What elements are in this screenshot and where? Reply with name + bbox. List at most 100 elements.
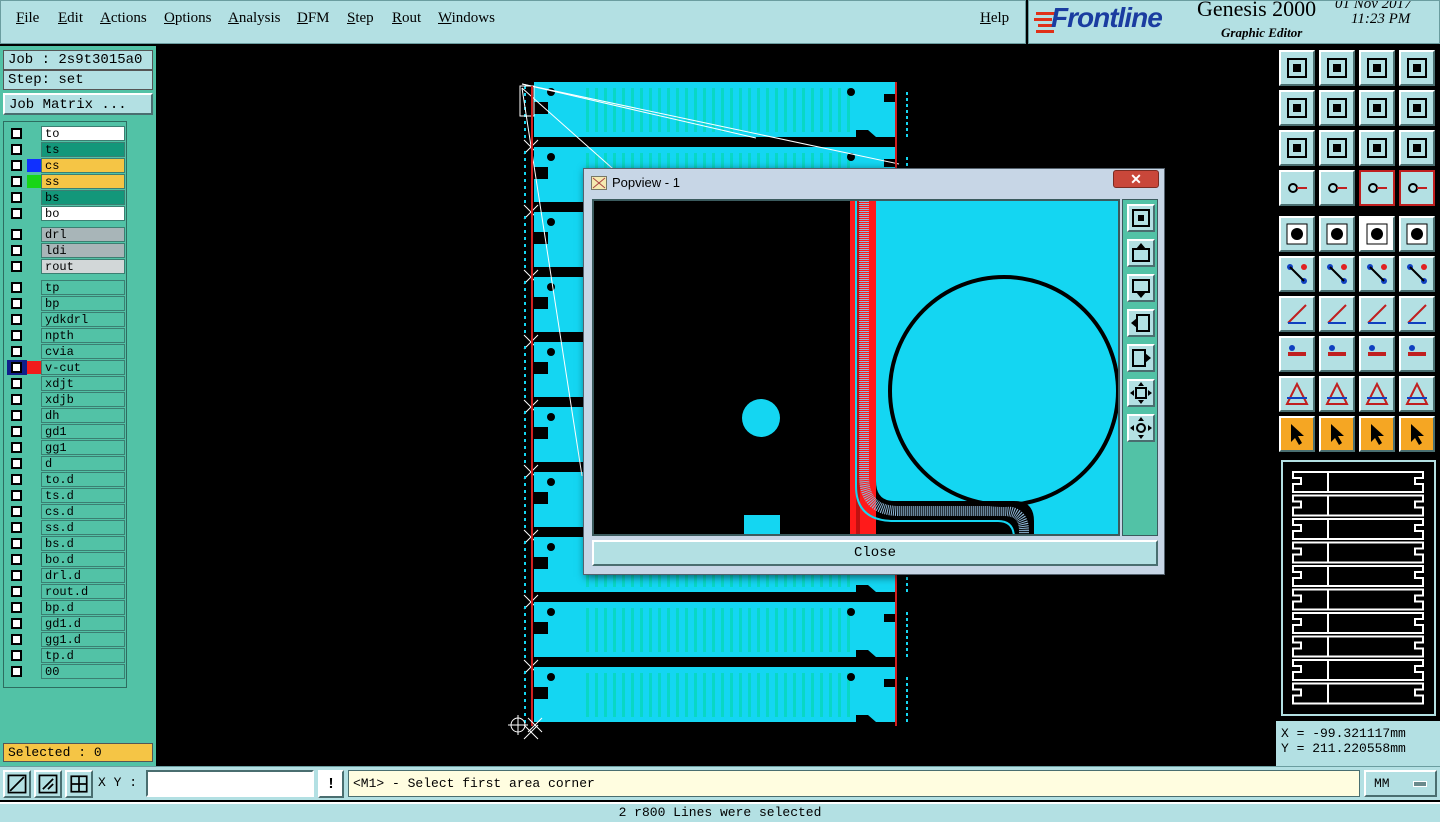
tool-triangle-bar-button[interactable] <box>1359 376 1395 412</box>
layer-checkbox[interactable] <box>11 346 22 357</box>
tool-undo-step-button[interactable] <box>1359 90 1395 126</box>
layer-row[interactable]: xdjb <box>7 392 125 407</box>
menu-file[interactable]: File <box>16 10 39 27</box>
layer-checkbox[interactable] <box>11 602 22 613</box>
layer-checkbox[interactable] <box>11 378 22 389</box>
layer-name[interactable]: d <box>41 456 125 471</box>
tool-draw-line-button[interactable] <box>1319 216 1355 252</box>
layer-name[interactable]: drl <box>41 227 125 242</box>
layer-row[interactable]: gg1.d <box>7 632 125 647</box>
layer-name[interactable]: gg1 <box>41 440 125 455</box>
layer-name[interactable]: rout <box>41 259 125 274</box>
layer-checkbox[interactable] <box>11 538 22 549</box>
tool-cut-line-button[interactable] <box>1319 336 1355 372</box>
layer-checkbox[interactable] <box>11 298 22 309</box>
layer-checkbox[interactable] <box>11 618 22 629</box>
layer-checkbox[interactable] <box>11 586 22 597</box>
tool-window-button[interactable] <box>1399 50 1435 86</box>
layer-name[interactable]: xdjb <box>41 392 125 407</box>
layer-checkbox[interactable] <box>11 176 22 187</box>
tool-triangle-button[interactable] <box>1279 376 1315 412</box>
tool-pointer-button[interactable] <box>1279 416 1315 452</box>
layer-row[interactable]: bo <box>7 206 125 221</box>
tool-slash-button[interactable] <box>1319 296 1355 332</box>
layer-name[interactable]: cs <box>41 158 125 173</box>
tool-ratio-button[interactable] <box>1359 130 1395 166</box>
layer-name[interactable]: xdjt <box>41 376 125 391</box>
layer-checkbox[interactable] <box>11 442 22 453</box>
tool-house-button[interactable] <box>1359 50 1395 86</box>
layer-row[interactable]: xdjt <box>7 376 125 391</box>
menu-rout[interactable]: Rout <box>392 10 421 27</box>
layer-name[interactable]: ts.d <box>41 488 125 503</box>
layer-name[interactable]: cvia <box>41 344 125 359</box>
layer-row[interactable]: to <box>7 126 125 141</box>
zoom-window-button[interactable] <box>3 770 31 798</box>
layer-name[interactable]: ss.d <box>41 520 125 535</box>
layer-name[interactable]: tp <box>41 280 125 295</box>
menu-edit[interactable]: Edit <box>58 10 83 27</box>
layer-checkbox[interactable] <box>11 474 22 485</box>
layer-name[interactable]: dh <box>41 408 125 423</box>
info-button[interactable]: ! <box>318 770 344 798</box>
layer-name[interactable]: ss <box>41 174 125 189</box>
tool-arc-button[interactable] <box>1359 296 1395 332</box>
layer-name[interactable]: bo <box>41 206 125 221</box>
layer-checkbox[interactable] <box>11 330 22 341</box>
tool-layer-red-button[interactable] <box>1359 170 1395 206</box>
layer-row[interactable]: bo.d <box>7 552 125 567</box>
layer-row[interactable]: bp <box>7 296 125 311</box>
tool-pointer-circle-button[interactable] <box>1359 416 1395 452</box>
layer-row[interactable]: drl.d <box>7 568 125 583</box>
tool-help-button[interactable] <box>1399 130 1435 166</box>
popview-zoom-in-button[interactable] <box>1127 379 1155 407</box>
layer-checkbox[interactable] <box>11 490 22 501</box>
layer-name[interactable]: to.d <box>41 472 125 487</box>
layer-checkbox[interactable] <box>11 128 22 139</box>
layer-checkbox[interactable] <box>11 314 22 325</box>
layer-checkbox[interactable] <box>11 245 22 256</box>
layer-row[interactable]: gd1.d <box>7 616 125 631</box>
layer-row[interactable]: bp.d <box>7 600 125 615</box>
layer-row[interactable]: gd1 <box>7 424 125 439</box>
popview-canvas[interactable] <box>592 199 1120 536</box>
layer-name[interactable]: bo.d <box>41 552 125 567</box>
layer-checkbox[interactable] <box>11 426 22 437</box>
layer-name[interactable]: gd1.d <box>41 616 125 631</box>
layer-checkbox[interactable] <box>11 394 22 405</box>
tool-connect-button[interactable] <box>1279 256 1315 292</box>
layer-name[interactable]: gd1 <box>41 424 125 439</box>
layer-checkbox[interactable] <box>11 666 22 677</box>
popview-pan-up-button[interactable] <box>1127 239 1155 267</box>
snap-button[interactable] <box>34 770 62 798</box>
layer-name[interactable]: bp.d <box>41 600 125 615</box>
layer-name[interactable]: v-cut <box>41 360 125 375</box>
layer-checkbox[interactable] <box>11 410 22 421</box>
job-matrix-button[interactable]: Job Matrix ... <box>3 93 153 115</box>
layer-checkbox[interactable] <box>11 282 22 293</box>
layer-checkbox[interactable] <box>11 144 22 155</box>
layer-row[interactable]: ts <box>7 142 125 157</box>
panel-overview-map[interactable] <box>1281 460 1436 716</box>
layer-name[interactable]: ldi <box>41 243 125 258</box>
popview-zoom-out-button[interactable] <box>1127 414 1155 442</box>
tool-measure-button[interactable] <box>1279 170 1315 206</box>
layer-name[interactable]: rout.d <box>41 584 125 599</box>
layer-row[interactable]: drl <box>7 227 125 242</box>
units-select[interactable]: MM <box>1364 770 1437 797</box>
layer-name[interactable]: gg1.d <box>41 632 125 647</box>
layer-row[interactable]: rout <box>7 259 125 274</box>
tool-snap-s-button[interactable] <box>1399 90 1435 126</box>
tool-prev-step-button[interactable] <box>1279 90 1315 126</box>
layer-row[interactable]: npth <box>7 328 125 343</box>
layer-row[interactable]: ss <box>7 174 125 189</box>
xy-input[interactable] <box>146 770 314 797</box>
popview-pan-down-button[interactable] <box>1127 274 1155 302</box>
layer-checkbox[interactable] <box>11 192 22 203</box>
layer-checkbox[interactable] <box>11 570 22 581</box>
layer-name[interactable]: ts <box>41 142 125 157</box>
tool-triangle-wave-button[interactable] <box>1399 376 1435 412</box>
layer-row[interactable]: dh <box>7 408 125 423</box>
layer-name[interactable]: ydkdrl <box>41 312 125 327</box>
layer-name[interactable]: tp.d <box>41 648 125 663</box>
